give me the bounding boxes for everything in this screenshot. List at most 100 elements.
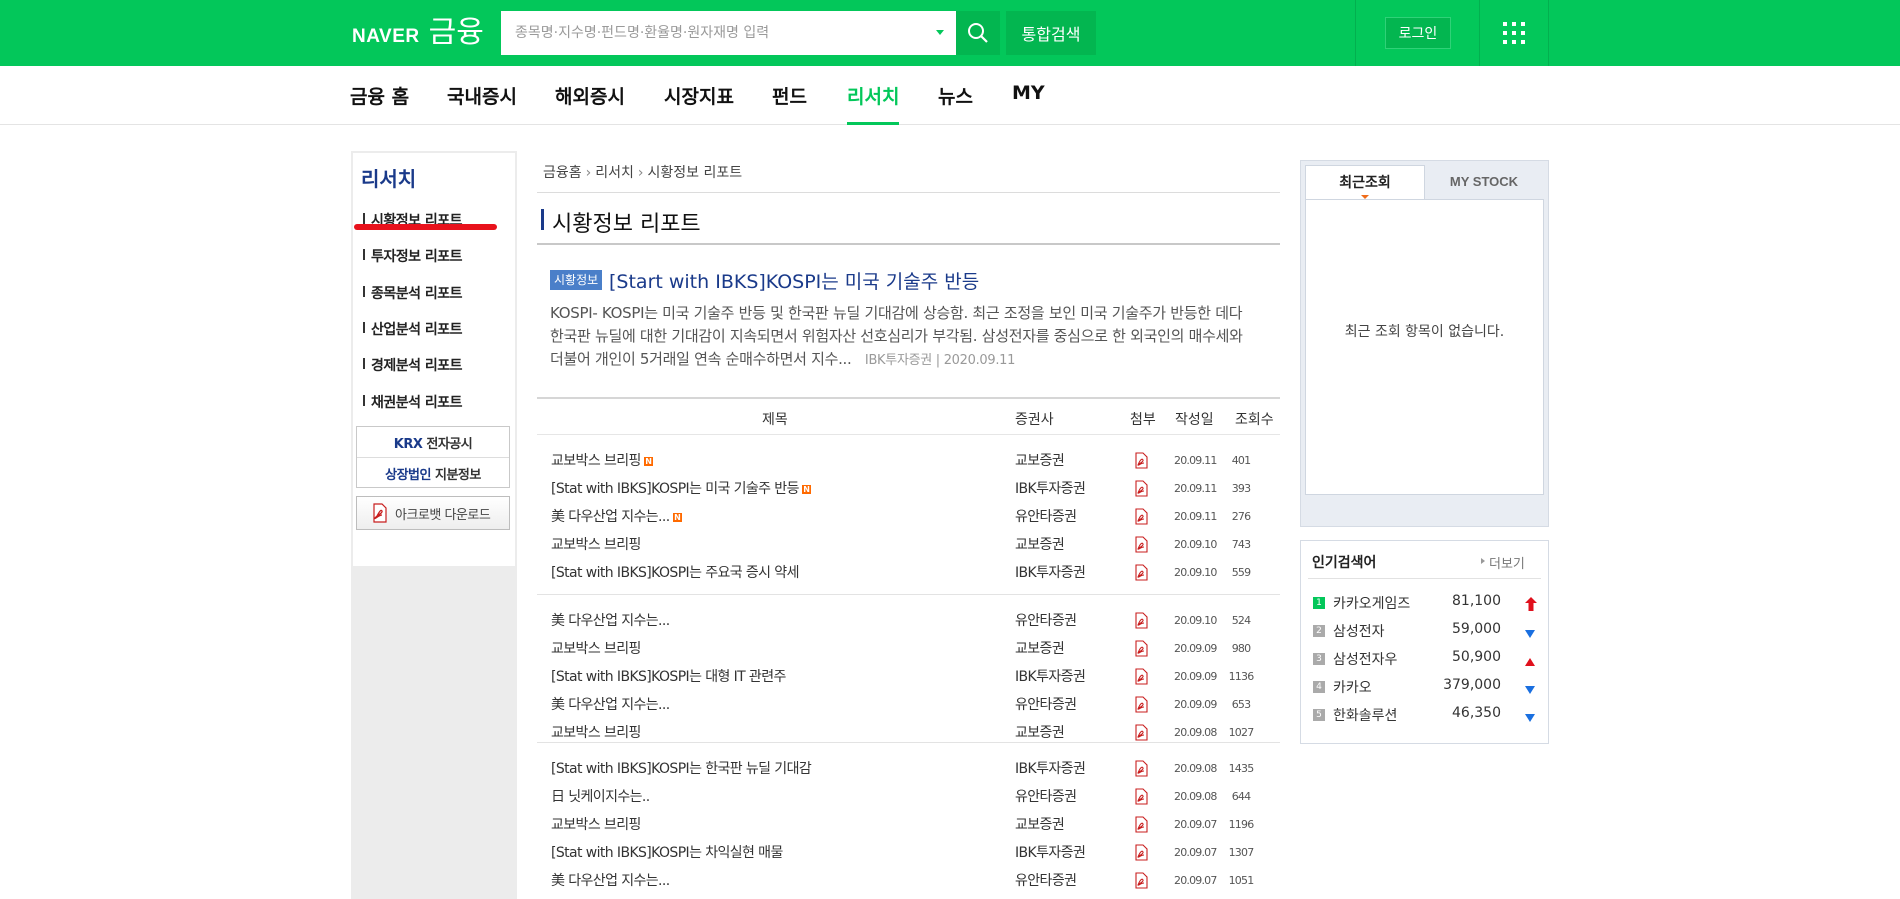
pdf-icon[interactable] (1134, 760, 1149, 777)
nav-finance-home[interactable]: 금융 홈 (350, 82, 409, 109)
sidebar-item-label: 채권분석 리포트 (371, 395, 463, 411)
acrobat-download-button[interactable]: 아크로뱃 다운로드 (356, 496, 510, 530)
table-row: 美 다우산업 지수는... 유안타증권 20.09.10 524 (537, 606, 1280, 634)
pdf-icon[interactable] (1134, 696, 1149, 713)
link-bold: KRX (393, 437, 423, 452)
tab-recent[interactable]: 최근조회 (1305, 165, 1425, 199)
nav-market-index[interactable]: 시장지표 (664, 82, 734, 109)
pdf-icon[interactable] (1134, 724, 1149, 741)
table-row: 교보박스 브리핑 교보증권 20.09.10 743 (537, 530, 1280, 558)
report-title-link[interactable]: 美 다우산업 지수는... (551, 694, 670, 714)
stock-price: 46,350 (1452, 705, 1501, 721)
pdf-icon[interactable] (1134, 536, 1149, 553)
report-title-link[interactable]: 교보박스 브리핑 (551, 534, 641, 554)
report-title: 교보박스 브리핑 (551, 453, 641, 469)
krx-disclosure-link[interactable]: KRX 전자공시 (357, 433, 509, 452)
report-date: 20.09.10 (1174, 538, 1217, 551)
apps-grid-icon[interactable] (1503, 22, 1525, 44)
sidebar-item-bond-report[interactable]: 채권분석 리포트 (363, 392, 463, 412)
nav-my[interactable]: MY (1012, 82, 1045, 104)
report-title-link[interactable]: 美 다우산업 지수는... (551, 870, 670, 890)
popular-item[interactable]: 4 카카오 379,000 (1313, 676, 1543, 700)
report-broker: 교보증권 (1015, 725, 1065, 741)
sidebar-title-box: 리서치 (353, 153, 515, 195)
featured-title-link[interactable]: [Start with IBKS]KOSPI는 미국 기술주 반등 (609, 267, 979, 294)
page-title: 시황정보 리포트 (552, 212, 701, 237)
divider (1548, 0, 1549, 66)
report-title-link[interactable]: [Stat with IBKS]KOSPI는 한국판 뉴딜 기대감 (551, 758, 812, 778)
sidebar-title[interactable]: 리서치 (361, 163, 416, 192)
report-broker: 교보증권 (1015, 817, 1065, 833)
report-title-link[interactable]: 교보박스 브리핑 (551, 638, 641, 658)
table-row: 교보박스 브리핑 N 교보증권 20.09.11 401 (537, 446, 1280, 474)
report-title-link[interactable]: 교보박스 브리핑 (551, 814, 641, 834)
group-divider (537, 742, 1280, 743)
report-views: 524 (1231, 614, 1251, 627)
tab-my-stock[interactable]: MY STOCK (1425, 165, 1543, 199)
divider (537, 243, 1280, 245)
pdf-icon[interactable] (1134, 452, 1149, 469)
nav-active-indicator (847, 122, 899, 125)
stock-price: 379,000 (1443, 677, 1501, 693)
naver-finance-logo[interactable]: NAVER 금융 (352, 18, 484, 48)
search-dropdown-icon[interactable] (936, 30, 944, 35)
report-date: 20.09.07 (1174, 818, 1217, 831)
sidebar-item-label: 종목분석 리포트 (371, 286, 463, 302)
recent-list-panel (1305, 199, 1544, 495)
report-date: 20.09.08 (1174, 762, 1217, 775)
pdf-icon[interactable] (1134, 872, 1149, 889)
report-title-link[interactable]: 美 다우산업 지수는... N (551, 506, 682, 526)
report-title-link[interactable]: [Stat with IBKS]KOSPI는 차익실현 매물 (551, 842, 783, 862)
pdf-icon[interactable] (1134, 640, 1149, 657)
popular-item[interactable]: 3 삼성전자우 50,900 (1313, 648, 1543, 672)
report-title-link[interactable]: 美 다우산업 지수는... (551, 610, 670, 630)
report-title-link[interactable]: 日 닛케이지수는.. (551, 786, 650, 806)
report-views: 559 (1231, 566, 1251, 579)
link-bold: 상장법인 (385, 468, 431, 483)
pdf-icon[interactable] (1134, 668, 1149, 685)
report-date: 20.09.11 (1174, 510, 1217, 523)
pdf-icon[interactable] (1134, 816, 1149, 833)
sidebar-item-stock-report[interactable]: 종목분석 리포트 (363, 283, 463, 303)
search-button[interactable] (956, 11, 1000, 55)
popular-more-link[interactable]: 더보기 (1481, 553, 1525, 572)
pdf-icon[interactable] (1134, 844, 1149, 861)
pdf-icon[interactable] (1134, 612, 1149, 629)
rank-badge: 1 (1313, 597, 1325, 609)
col-header-views: 조회수 (1235, 412, 1274, 428)
total-search-button[interactable]: 통합검색 (1006, 11, 1096, 55)
report-title: [Stat with IBKS]KOSPI는 주요국 증시 약세 (551, 565, 799, 581)
popular-item[interactable]: 5 한화솔루션 46,350 (1313, 704, 1543, 728)
nav-fund[interactable]: 펀드 (772, 82, 807, 109)
popular-item[interactable]: 2 삼성전자 59,000 (1313, 620, 1543, 644)
col-header-broker: 증권사 (1015, 412, 1054, 428)
stock-name: 카카오 (1333, 680, 1372, 696)
sidebar-item-economy-report[interactable]: 경제분석 리포트 (363, 355, 463, 375)
report-broker: 유안타증권 (1015, 873, 1077, 889)
popular-item[interactable]: 1 카카오게임즈 81,100 (1313, 592, 1543, 616)
report-title-link[interactable]: [Stat with IBKS]KOSPI는 대형 IT 관련주 (551, 666, 786, 686)
divider (537, 397, 1280, 399)
report-title-link[interactable]: 교보박스 브리핑 (551, 722, 641, 742)
down-triangle-icon (1525, 680, 1535, 699)
pdf-icon[interactable] (1134, 480, 1149, 497)
search-input[interactable] (501, 12, 937, 54)
listed-share-info-link[interactable]: 상장법인 지분정보 (357, 464, 509, 483)
nav-news[interactable]: 뉴스 (938, 82, 973, 109)
report-broker: 교보증권 (1015, 641, 1065, 657)
sidebar-item-industry-report[interactable]: 산업분석 리포트 (363, 319, 463, 339)
pdf-icon[interactable] (1134, 508, 1149, 525)
sidebar-item-invest-report[interactable]: 투자정보 리포트 (363, 246, 463, 266)
nav-research[interactable]: 리서치 (847, 82, 899, 109)
nav-domestic[interactable]: 국내증시 (447, 82, 517, 109)
report-title-link[interactable]: [Stat with IBKS]KOSPI는 미국 기술주 반등 N (551, 478, 811, 498)
breadcrumb-research[interactable]: 리서치 (595, 165, 634, 181)
pdf-icon[interactable] (1134, 788, 1149, 805)
login-button[interactable]: 로그인 (1385, 17, 1451, 49)
report-title-link[interactable]: 교보박스 브리핑 N (551, 450, 653, 470)
breadcrumb-home[interactable]: 금융홈 (543, 165, 582, 181)
stock-name: 삼성전자 (1333, 624, 1385, 640)
pdf-icon[interactable] (1134, 564, 1149, 581)
nav-overseas[interactable]: 해외증시 (555, 82, 625, 109)
report-title-link[interactable]: [Stat with IBKS]KOSPI는 주요국 증시 약세 (551, 562, 799, 582)
